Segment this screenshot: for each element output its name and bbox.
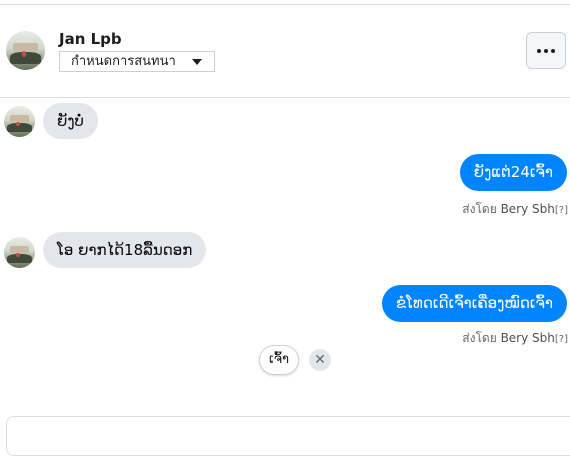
message-avatar bbox=[4, 106, 35, 137]
sent-by-prefix: ส่งโดย bbox=[462, 202, 497, 216]
sent-by-help-link[interactable]: [?] bbox=[555, 334, 568, 345]
message-composer[interactable] bbox=[6, 416, 570, 456]
sent-by-help-link[interactable]: [?] bbox=[555, 205, 568, 216]
caret-down-icon bbox=[192, 59, 202, 65]
ellipsis-icon bbox=[537, 48, 555, 53]
conversation-options-label: กำหนดการสนทนา bbox=[71, 54, 176, 69]
contact-avatar[interactable] bbox=[6, 31, 45, 70]
outgoing-message: ຍັງແຕ່24ເຈົ້າ bbox=[459, 154, 567, 191]
quick-reply-button[interactable]: ເຈົ້າ bbox=[259, 345, 299, 375]
sender-name[interactable]: Bery Sbh bbox=[501, 331, 555, 345]
conversation-options-dropdown[interactable]: กำหนดการสนทนา bbox=[59, 51, 215, 72]
more-options-button[interactable] bbox=[526, 32, 566, 69]
sender-name[interactable]: Bery Sbh bbox=[501, 202, 555, 216]
outgoing-message: ຂໍໂທດເດີເຈົ້າເຄື່ອງໝົດເຈົ້າ bbox=[381, 285, 567, 322]
contact-name[interactable]: Jan Lpb bbox=[59, 30, 122, 48]
top-divider bbox=[0, 4, 570, 5]
close-icon[interactable]: ✕ bbox=[309, 349, 331, 371]
sent-by-info: ส่งโดย Bery Sbh[?] bbox=[462, 200, 568, 219]
sent-by-prefix: ส่งโดย bbox=[462, 331, 497, 345]
message-avatar bbox=[4, 237, 35, 268]
header-divider bbox=[0, 97, 570, 98]
incoming-message: ໂອ ຍາກໄດ້18ລື້ນດອກ bbox=[43, 232, 207, 268]
sent-by-info: ส่งโดย Bery Sbh[?] bbox=[462, 329, 568, 348]
incoming-message: ຍັງບໍ່ bbox=[43, 103, 98, 139]
